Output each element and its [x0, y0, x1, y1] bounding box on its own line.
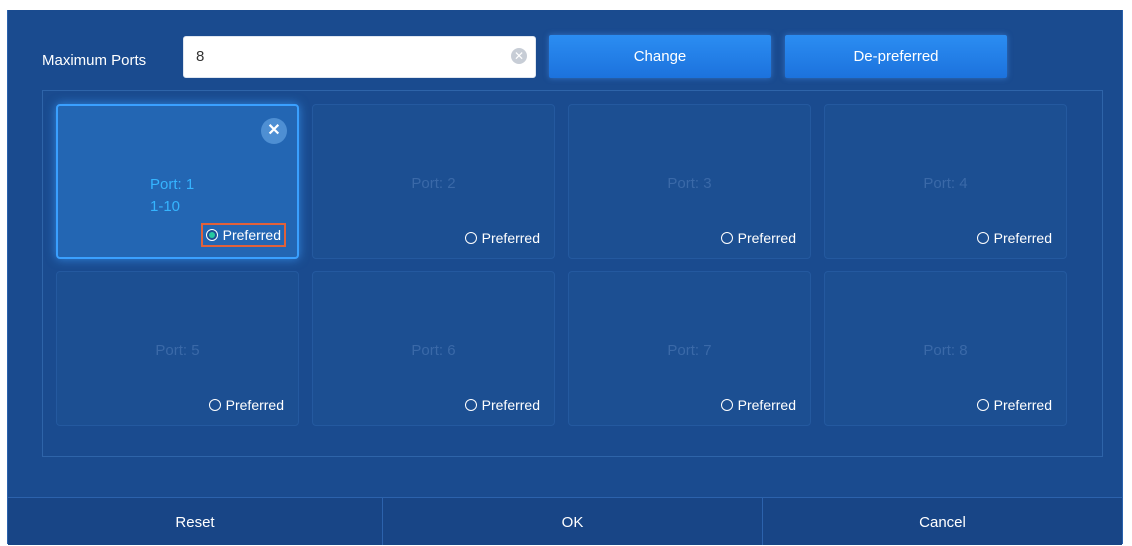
- de-preferred-button[interactable]: De-preferred: [785, 35, 1007, 78]
- port-title: Port: 6: [411, 342, 456, 359]
- radio-selected-icon[interactable]: [205, 229, 218, 241]
- port-title: Port: 1: [150, 176, 195, 193]
- port-card-6[interactable]: Port: 6 Preferred: [312, 271, 555, 426]
- change-button[interactable]: Change: [549, 35, 771, 78]
- port-title: Port: 4: [923, 175, 968, 192]
- port-card-1[interactable]: ✕ Port: 1 1-10 Preferred: [56, 104, 299, 259]
- radio-icon[interactable]: [208, 399, 221, 411]
- preferred-radio-port-6[interactable]: Preferred: [462, 395, 543, 415]
- maximum-ports-label: Maximum Ports: [42, 52, 147, 69]
- port-card-2[interactable]: Port: 2 Preferred: [312, 104, 555, 259]
- dialog-footer: Reset OK Cancel: [8, 497, 1122, 545]
- maximum-ports-value[interactable]: 8: [196, 48, 204, 65]
- port-title: Port: 8: [923, 342, 968, 359]
- preferred-radio-port-7[interactable]: Preferred: [718, 395, 799, 415]
- preferred-radio-port-5[interactable]: Preferred: [206, 395, 287, 415]
- port-card-8[interactable]: Port: 8 Preferred: [824, 271, 1067, 426]
- preferred-label: Preferred: [993, 397, 1052, 413]
- clear-circle-icon[interactable]: ✕: [511, 48, 527, 64]
- radio-icon[interactable]: [976, 399, 989, 411]
- maximum-ports-input[interactable]: 8 ✕: [183, 36, 536, 78]
- close-icon[interactable]: ✕: [261, 118, 287, 144]
- preferred-label: Preferred: [481, 230, 540, 246]
- preferred-label: Preferred: [481, 397, 540, 413]
- preferred-label: Preferred: [737, 230, 796, 246]
- preferred-radio-port-3[interactable]: Preferred: [718, 228, 799, 248]
- port-card-3[interactable]: Port: 3 Preferred: [568, 104, 811, 259]
- port-title: Port: 3: [667, 175, 712, 192]
- port-card-7[interactable]: Port: 7 Preferred: [568, 271, 811, 426]
- ports-grid: ✕ Port: 1 1-10 Preferred Port: 2 Preferr…: [42, 90, 1103, 457]
- port-card-5[interactable]: Port: 5 Preferred: [56, 271, 299, 426]
- port-settings-dialog: Maximum Ports 8 ✕ Change De-preferred ✕ …: [7, 10, 1123, 545]
- preferred-radio-port-1[interactable]: Preferred: [200, 223, 286, 247]
- preferred-radio-port-4[interactable]: Preferred: [974, 228, 1055, 248]
- port-range: 1-10: [150, 198, 181, 215]
- reset-button[interactable]: Reset: [8, 498, 383, 545]
- radio-icon[interactable]: [976, 232, 989, 244]
- ok-button[interactable]: OK: [383, 498, 763, 545]
- preferred-label: Preferred: [993, 230, 1052, 246]
- radio-icon[interactable]: [720, 399, 733, 411]
- radio-icon[interactable]: [720, 232, 733, 244]
- port-title: Port: 5: [155, 342, 200, 359]
- port-card-4[interactable]: Port: 4 Preferred: [824, 104, 1067, 259]
- port-title: Port: 7: [667, 342, 712, 359]
- cancel-button[interactable]: Cancel: [763, 498, 1122, 545]
- preferred-radio-port-2[interactable]: Preferred: [462, 228, 543, 248]
- preferred-label: Preferred: [737, 397, 796, 413]
- toolbar: Maximum Ports 8 ✕ Change De-preferred: [8, 10, 1122, 90]
- port-title: Port: 2: [411, 175, 456, 192]
- radio-icon[interactable]: [464, 399, 477, 411]
- radio-icon[interactable]: [464, 232, 477, 244]
- preferred-radio-port-8[interactable]: Preferred: [974, 395, 1055, 415]
- preferred-label: Preferred: [225, 397, 284, 413]
- preferred-label: Preferred: [222, 227, 281, 243]
